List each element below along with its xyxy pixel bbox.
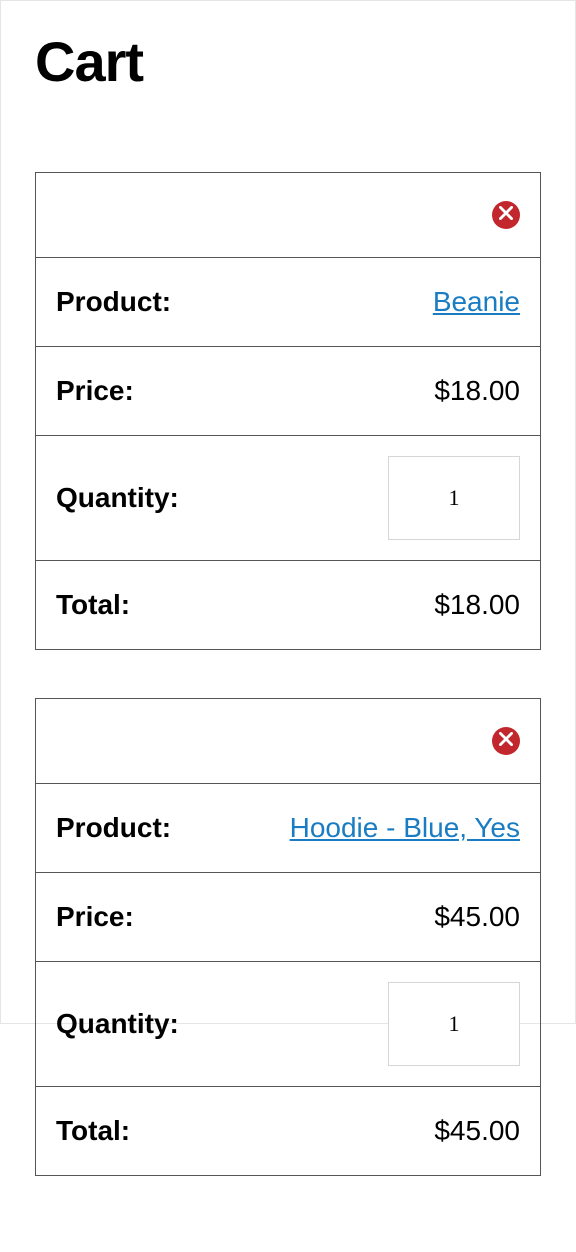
price-value: $18.00 xyxy=(434,375,520,407)
remove-row xyxy=(36,699,540,784)
price-row: Price: $18.00 xyxy=(36,347,540,436)
total-label: Total: xyxy=(56,589,130,621)
price-value: $45.00 xyxy=(434,901,520,933)
price-label: Price: xyxy=(56,375,134,407)
quantity-input[interactable] xyxy=(388,456,520,540)
quantity-label: Quantity: xyxy=(56,1008,179,1040)
total-row: Total: $18.00 xyxy=(36,561,540,649)
total-value: $45.00 xyxy=(434,1115,520,1147)
cart-item: Product: Beanie Price: $18.00 Quantity: … xyxy=(35,172,541,650)
total-value: $18.00 xyxy=(434,589,520,621)
quantity-input[interactable] xyxy=(388,982,520,1066)
cart-item: Product: Hoodie - Blue, Yes Price: $45.0… xyxy=(35,698,541,1176)
page-title: Cart xyxy=(35,29,541,94)
price-row: Price: $45.00 xyxy=(36,873,540,962)
product-row: Product: Beanie xyxy=(36,258,540,347)
quantity-row: Quantity: xyxy=(36,962,540,1087)
product-label: Product: xyxy=(56,286,171,318)
product-link[interactable]: Beanie xyxy=(433,286,520,318)
product-label: Product: xyxy=(56,812,171,844)
product-link[interactable]: Hoodie - Blue, Yes xyxy=(290,812,520,844)
price-label: Price: xyxy=(56,901,134,933)
remove-item-button[interactable] xyxy=(492,201,520,229)
remove-item-button[interactable] xyxy=(492,727,520,755)
product-row: Product: Hoodie - Blue, Yes xyxy=(36,784,540,873)
total-row: Total: $45.00 xyxy=(36,1087,540,1175)
close-icon xyxy=(499,732,513,751)
total-label: Total: xyxy=(56,1115,130,1147)
quantity-row: Quantity: xyxy=(36,436,540,561)
remove-row xyxy=(36,173,540,258)
quantity-label: Quantity: xyxy=(56,482,179,514)
close-icon xyxy=(499,206,513,225)
